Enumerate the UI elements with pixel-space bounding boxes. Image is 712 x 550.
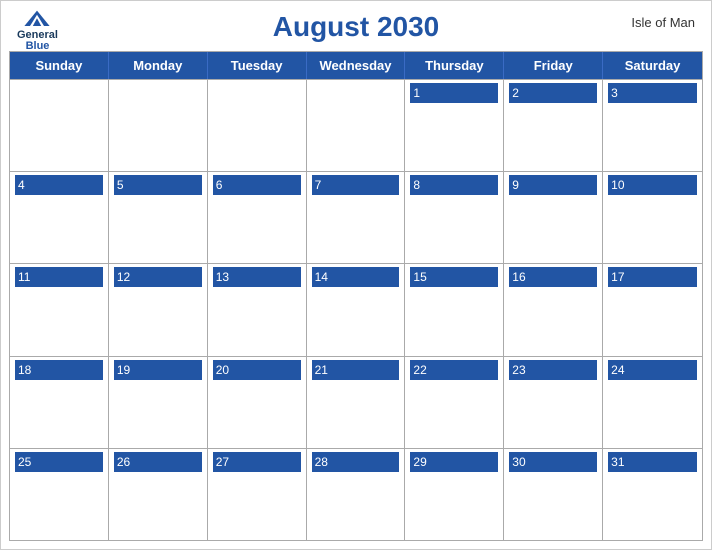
day-cell: 15 <box>405 264 504 355</box>
day-header-tuesday: Tuesday <box>208 52 307 79</box>
logo-text-blue: Blue <box>26 41 50 52</box>
day-cell: 7 <box>307 172 406 263</box>
day-cell: 12 <box>109 264 208 355</box>
day-cell <box>109 80 208 171</box>
day-header-saturday: Saturday <box>603 52 702 79</box>
day-cell: 20 <box>208 357 307 448</box>
day-number: 14 <box>312 267 400 287</box>
day-number: 31 <box>608 452 697 472</box>
day-number: 6 <box>213 175 301 195</box>
day-cell: 4 <box>10 172 109 263</box>
day-headers: SundayMondayTuesdayWednesdayThursdayFrid… <box>10 52 702 79</box>
calendar-grid: SundayMondayTuesdayWednesdayThursdayFrid… <box>9 51 703 541</box>
day-number: 15 <box>410 267 498 287</box>
day-header-wednesday: Wednesday <box>307 52 406 79</box>
day-cell: 9 <box>504 172 603 263</box>
day-header-sunday: Sunday <box>10 52 109 79</box>
day-cell: 22 <box>405 357 504 448</box>
day-cell: 17 <box>603 264 702 355</box>
day-cell: 6 <box>208 172 307 263</box>
day-cell: 11 <box>10 264 109 355</box>
day-cell: 13 <box>208 264 307 355</box>
week-row-4: 25 26 27 28 29 30 31 <box>10 448 702 540</box>
day-cell <box>208 80 307 171</box>
day-number: 2 <box>509 83 597 103</box>
calendar: General Blue August 2030 Isle of Man Sun… <box>0 0 712 550</box>
day-cell: 23 <box>504 357 603 448</box>
day-number: 23 <box>509 360 597 380</box>
day-number: 5 <box>114 175 202 195</box>
day-cell: 10 <box>603 172 702 263</box>
day-number: 27 <box>213 452 301 472</box>
day-header-friday: Friday <box>504 52 603 79</box>
day-cell: 26 <box>109 449 208 540</box>
day-number: 11 <box>15 267 103 287</box>
day-number: 19 <box>114 360 202 380</box>
day-number: 17 <box>608 267 697 287</box>
week-row-0: 123 <box>10 79 702 171</box>
day-cell: 3 <box>603 80 702 171</box>
day-number: 18 <box>15 360 103 380</box>
day-number: 13 <box>213 267 301 287</box>
day-cell: 2 <box>504 80 603 171</box>
day-cell: 1 <box>405 80 504 171</box>
day-header-monday: Monday <box>109 52 208 79</box>
day-cell <box>307 80 406 171</box>
day-cell: 19 <box>109 357 208 448</box>
day-cell <box>10 80 109 171</box>
day-number: 24 <box>608 360 697 380</box>
calendar-header: General Blue August 2030 Isle of Man <box>1 1 711 47</box>
day-number: 3 <box>608 83 697 103</box>
region-label: Isle of Man <box>631 15 695 30</box>
day-header-thursday: Thursday <box>405 52 504 79</box>
day-cell: 30 <box>504 449 603 540</box>
day-cell: 31 <box>603 449 702 540</box>
day-cell: 24 <box>603 357 702 448</box>
day-number: 29 <box>410 452 498 472</box>
day-number: 12 <box>114 267 202 287</box>
day-number: 4 <box>15 175 103 195</box>
week-row-1: 456789 10 <box>10 171 702 263</box>
day-cell: 27 <box>208 449 307 540</box>
day-number: 8 <box>410 175 498 195</box>
day-cell: 29 <box>405 449 504 540</box>
day-number: 21 <box>312 360 400 380</box>
day-number: 16 <box>509 267 597 287</box>
day-cell: 28 <box>307 449 406 540</box>
day-cell: 18 <box>10 357 109 448</box>
day-number: 9 <box>509 175 597 195</box>
day-number: 22 <box>410 360 498 380</box>
day-number: 28 <box>312 452 400 472</box>
day-number: 30 <box>509 452 597 472</box>
day-cell: 16 <box>504 264 603 355</box>
calendar-weeks: 1234567891011121314151617181920212223242… <box>10 79 702 540</box>
week-row-2: 11 12 13 14 15 16 17 <box>10 263 702 355</box>
day-number: 26 <box>114 452 202 472</box>
day-cell: 21 <box>307 357 406 448</box>
day-number: 20 <box>213 360 301 380</box>
day-cell: 5 <box>109 172 208 263</box>
day-cell: 14 <box>307 264 406 355</box>
week-row-3: 18 19 20 21 22 23 24 <box>10 356 702 448</box>
day-cell: 8 <box>405 172 504 263</box>
day-number: 1 <box>410 83 498 103</box>
day-cell: 25 <box>10 449 109 540</box>
logo-icon <box>23 9 51 29</box>
logo: General Blue <box>17 9 58 52</box>
day-number: 10 <box>608 175 697 195</box>
day-number: 7 <box>312 175 400 195</box>
calendar-title: August 2030 <box>273 11 440 43</box>
day-number: 25 <box>15 452 103 472</box>
